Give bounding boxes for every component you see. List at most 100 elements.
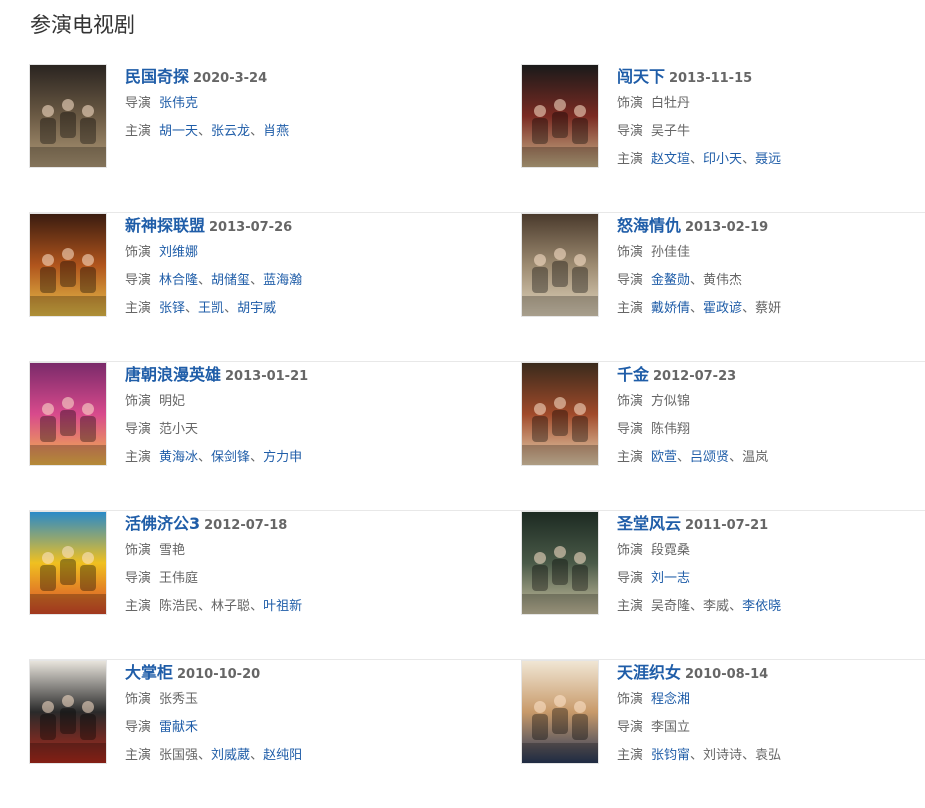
separator: 、 — [742, 748, 756, 763]
credit-line: 饰演 张秀玉 — [125, 686, 465, 714]
person-link[interactable]: 蓝海瀚 — [263, 273, 302, 288]
separator: 、 — [198, 748, 212, 763]
drama-poster[interactable] — [521, 213, 599, 317]
person-name: 蔡妍 — [755, 301, 782, 316]
person-link[interactable]: 吕颂贤 — [690, 450, 729, 465]
drama-poster[interactable] — [29, 213, 107, 317]
person-name: 范小天 — [159, 422, 199, 437]
drama-title-line: 圣堂风云 2011-07-21 — [617, 511, 925, 537]
person-link[interactable]: 张伟克 — [159, 96, 198, 111]
credit-line: 饰演 程念湘 — [617, 686, 925, 714]
credit-label: 主演 — [125, 450, 152, 465]
person-link[interactable]: 张铎 — [159, 301, 185, 316]
person-link[interactable]: 印小天 — [703, 152, 742, 167]
person-name: 刘诗诗 — [703, 748, 743, 763]
credit-line: 饰演 孙佳佳 — [617, 239, 925, 267]
person-name: 白牡丹 — [651, 96, 691, 111]
credit-label: 导演 — [617, 720, 644, 735]
drama-title-link[interactable]: 民国奇探 — [125, 67, 189, 86]
drama-poster[interactable] — [521, 64, 599, 168]
credit-line: 主演 张铎、王凯、胡宇威 — [125, 295, 465, 323]
drama-date: 2013-02-19 — [685, 220, 769, 235]
credit-label: 饰演 — [617, 692, 644, 707]
drama-poster[interactable] — [521, 660, 599, 764]
drama-title-link[interactable]: 千金 — [617, 365, 649, 384]
separator: 、 — [690, 301, 704, 316]
drama-title-link[interactable]: 闯天下 — [617, 67, 665, 86]
person-link[interactable]: 方力申 — [263, 450, 302, 465]
drama-info: 圣堂风云 2011-07-21 饰演 段霓桑 导演 刘一志 主演 吴奇隆、李威、李依晓 — [617, 511, 925, 621]
drama-poster[interactable] — [29, 64, 107, 168]
person-link[interactable]: 刘维娜 — [159, 245, 198, 260]
drama-title-link[interactable]: 新神探联盟 — [125, 216, 205, 235]
person-name: 温岚 — [742, 450, 769, 465]
person-link[interactable]: 刘一志 — [651, 571, 690, 586]
person-link[interactable]: 雷献禾 — [159, 720, 198, 735]
drama-title-link[interactable]: 唐朝浪漫英雄 — [125, 365, 221, 384]
drama-poster[interactable] — [29, 511, 107, 615]
credit-line: 主演 胡一天、张云龙、肖燕 — [125, 118, 465, 146]
credit-label: 饰演 — [125, 692, 152, 707]
credit-label: 饰演 — [617, 245, 644, 260]
person-link[interactable]: 胡宇威 — [237, 301, 276, 316]
separator: 、 — [198, 599, 212, 614]
person-link[interactable]: 胡储玺 — [211, 273, 250, 288]
drama-poster[interactable] — [521, 511, 599, 615]
person-link[interactable]: 金鳌勋 — [651, 273, 690, 288]
credit-label: 饰演 — [617, 394, 644, 409]
drama-title-link[interactable]: 怒海情仇 — [617, 216, 681, 235]
drama-title-line: 怒海情仇 2013-02-19 — [617, 213, 925, 239]
person-link[interactable]: 林合隆 — [159, 273, 198, 288]
person-name: 吴子牛 — [651, 124, 691, 139]
drama-title-link[interactable]: 活佛济公3 — [125, 514, 200, 533]
person-link[interactable]: 胡一天 — [159, 124, 198, 139]
drama-date: 2011-07-21 — [685, 518, 769, 533]
drama-item: 闯天下 2013-11-15 饰演 白牡丹 导演 吴子牛 主演 赵文瑄、印小天、聂远 — [521, 64, 925, 212]
separator: 、 — [677, 450, 691, 465]
credit-line: 主演 黄海冰、保剑锋、方力申 — [125, 444, 465, 472]
person-link[interactable]: 叶祖新 — [263, 599, 302, 614]
drama-title-line: 大掌柜 2010-10-20 — [125, 660, 465, 686]
person-link[interactable]: 欧萱 — [651, 450, 677, 465]
drama-title-line: 闯天下 2013-11-15 — [617, 64, 925, 90]
person-link[interactable]: 赵文瑄 — [651, 152, 690, 167]
credit-label: 主演 — [617, 450, 644, 465]
credit-line: 主演 赵文瑄、印小天、聂远 — [617, 146, 925, 174]
drama-item: 圣堂风云 2011-07-21 饰演 段霓桑 导演 刘一志 主演 吴奇隆、李威、李依晓 — [521, 511, 925, 659]
page: 参演电视剧 民国奇探 2020-3-24 导演 张伟克 主演 胡一天、张云龙、肖燕 闯天下 2… — [0, 0, 925, 779]
person-link[interactable]: 肖燕 — [263, 124, 289, 139]
drama-poster[interactable] — [29, 660, 107, 764]
person-link[interactable]: 霍政谚 — [703, 301, 742, 316]
drama-title-line: 唐朝浪漫英雄 2013-01-21 — [125, 362, 465, 388]
section-title: 参演电视剧 — [30, 13, 135, 37]
drama-title-link[interactable]: 天涯织女 — [617, 663, 681, 682]
person-link[interactable]: 张云龙 — [211, 124, 250, 139]
drama-title-link[interactable]: 大掌柜 — [125, 663, 173, 682]
person-link[interactable]: 聂远 — [755, 152, 781, 167]
credit-label: 导演 — [125, 273, 152, 288]
person-link[interactable]: 黄海冰 — [159, 450, 198, 465]
person-link[interactable]: 程念湘 — [651, 692, 690, 707]
credit-line: 主演 欧萱、吕颂贤、温岚 — [617, 444, 925, 472]
drama-poster[interactable] — [29, 362, 107, 466]
drama-item: 唐朝浪漫英雄 2013-01-21 饰演 明妃 导演 范小天 主演 黄海冰、保剑锋、方力申 — [29, 362, 469, 510]
person-link[interactable]: 戴娇倩 — [651, 301, 690, 316]
drama-row: 民国奇探 2020-3-24 导演 张伟克 主演 胡一天、张云龙、肖燕 闯天下 2013-11… — [29, 64, 925, 213]
person-link[interactable]: 张钧甯 — [651, 748, 690, 763]
drama-title-line: 活佛济公3 2012-07-18 — [125, 511, 465, 537]
person-link[interactable]: 李依晓 — [742, 599, 781, 614]
person-link[interactable]: 保剑锋 — [211, 450, 250, 465]
drama-date: 2013-11-15 — [669, 71, 753, 86]
person-link[interactable]: 赵纯阳 — [263, 748, 302, 763]
separator: 、 — [185, 301, 199, 316]
drama-item: 大掌柜 2010-10-20 饰演 张秀玉 导演 雷献禾 主演 张国强、刘威葳、赵纯阳 — [29, 660, 469, 808]
credit-line: 主演 戴娇倩、霍政谚、蔡妍 — [617, 295, 925, 323]
separator: 、 — [690, 273, 704, 288]
person-link[interactable]: 刘威葳 — [211, 748, 250, 763]
drama-title-link[interactable]: 圣堂风云 — [617, 514, 681, 533]
person-link[interactable]: 王凯 — [198, 301, 224, 316]
person-name: 袁弘 — [755, 748, 782, 763]
separator: 、 — [198, 124, 212, 139]
drama-poster[interactable] — [521, 362, 599, 466]
drama-info: 民国奇探 2020-3-24 导演 张伟克 主演 胡一天、张云龙、肖燕 — [125, 64, 465, 146]
